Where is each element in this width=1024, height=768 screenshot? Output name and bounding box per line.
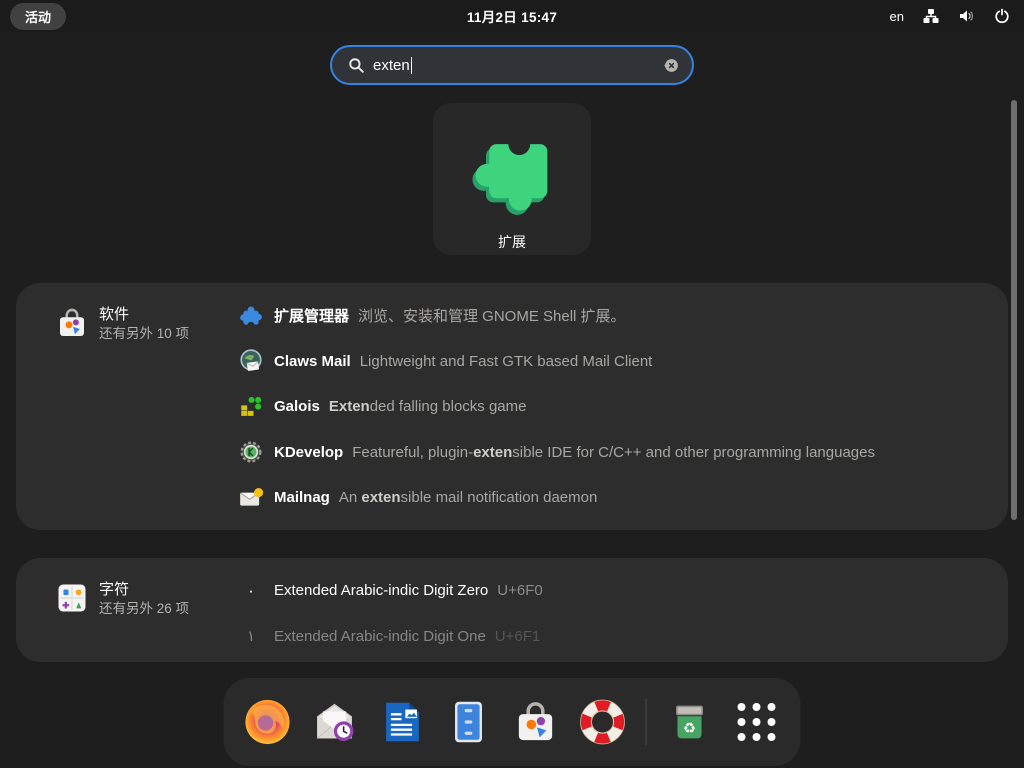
- app-grid-icon: [738, 703, 776, 741]
- unicode-codepoint: U+6F1: [495, 628, 540, 645]
- dash-dock: ♻: [224, 678, 801, 766]
- search-results-panel-software: 软件 还有另外 10 项 扩展管理器浏览、安装和管理 GNOME Shell 扩…: [16, 283, 1008, 530]
- result-description: Lightweight and Fast GTK based Mail Clie…: [360, 353, 653, 370]
- galois-icon: [238, 394, 264, 420]
- result-description: An extensible mail notification daemon: [339, 489, 597, 506]
- search-result-row[interactable]: Claws Mail Lightweight and Fast GTK based…: [238, 339, 988, 385]
- result-description: Featureful, plugin-extensible IDE for C/…: [352, 444, 875, 461]
- top-result-label: 扩展: [498, 232, 526, 252]
- text-caret: [411, 57, 413, 74]
- provider-characters[interactable]: 字符 还有另外 26 项: [54, 580, 189, 619]
- search-result-row[interactable]: 扩展管理器浏览、安装和管理 GNOME Shell 扩展。: [238, 293, 988, 339]
- software-store-icon[interactable]: [510, 696, 562, 748]
- system-status-area[interactable]: en: [890, 0, 1010, 32]
- result-name: Claws Mail: [274, 353, 351, 370]
- search-input[interactable]: exten: [330, 45, 694, 85]
- provider-more-count: 还有另外 10 项: [99, 324, 189, 344]
- result-name: 扩展管理器: [274, 305, 349, 326]
- result-name: Extended Arabic-indic Digit Zero: [274, 582, 488, 599]
- top-bar: 活动 11月2日 15:47 en: [0, 0, 1024, 32]
- characters-app-icon: [54, 580, 90, 616]
- provider-more-count: 还有另外 26 项: [99, 599, 189, 619]
- top-result-extensions-app[interactable]: 扩展: [433, 103, 591, 255]
- dock-separator: [646, 699, 647, 745]
- network-wired-icon: [923, 8, 939, 24]
- software-result-list: 扩展管理器浏览、安装和管理 GNOME Shell 扩展。 Claws Mail L…: [238, 293, 988, 521]
- clock-date[interactable]: 11月2日 15:47: [467, 6, 557, 26]
- keyboard-layout-indicator[interactable]: en: [890, 9, 904, 24]
- mailnag-icon: [238, 485, 264, 511]
- result-name: Mailnag: [274, 489, 330, 506]
- app-grid-button[interactable]: [731, 696, 783, 748]
- result-name: KDevelop: [274, 444, 343, 461]
- vertical-scrollbar[interactable]: [1011, 100, 1017, 520]
- firefox-icon[interactable]: [242, 696, 294, 748]
- search-result-row[interactable]: ۰ Extended Arabic-indic Digit Zero U+6F0: [238, 568, 988, 614]
- provider-software[interactable]: 软件 还有另外 10 项: [54, 305, 189, 344]
- search-query-text: exten: [373, 57, 410, 74]
- character-glyph: ۱: [238, 623, 264, 649]
- result-name: Extended Arabic-indic Digit One: [274, 628, 486, 645]
- evolution-mail-icon[interactable]: [309, 696, 361, 748]
- unicode-codepoint: U+6F0: [497, 582, 542, 599]
- search-result-row[interactable]: Mailnag An extensible mail notification d…: [238, 475, 988, 521]
- result-description: Extended falling blocks game: [329, 398, 527, 415]
- provider-title: 字符: [99, 580, 189, 599]
- trash-recycle-bin-icon[interactable]: ♻: [664, 696, 716, 748]
- volume-icon: [958, 8, 975, 24]
- libreoffice-writer-icon[interactable]: [376, 696, 428, 748]
- characters-result-list: ۰ Extended Arabic-indic Digit Zero U+6F0 ۱E…: [238, 568, 988, 659]
- search-icon: [348, 57, 365, 74]
- search-result-row[interactable]: KDevelop Featureful, plugin-extensible ID…: [238, 430, 988, 476]
- power-icon: [994, 8, 1010, 24]
- search-result-row[interactable]: Galois Extended falling blocks game: [238, 384, 988, 430]
- help-lifebuoy-icon[interactable]: [577, 696, 629, 748]
- svg-text:♻: ♻: [683, 721, 696, 737]
- result-description: 浏览、安装和管理 GNOME Shell 扩展。: [358, 305, 626, 326]
- activities-button[interactable]: 活动: [10, 3, 66, 30]
- clear-entry-icon[interactable]: [663, 57, 680, 74]
- extension-manager-icon: [238, 303, 264, 329]
- result-name: Galois: [274, 398, 320, 415]
- search-result-row[interactable]: ۱ Extended Arabic-indic Digit One U+6F1: [238, 614, 988, 660]
- extensions-puzzle-icon: [460, 103, 564, 222]
- claws-mail-icon: [238, 348, 264, 374]
- character-glyph: ۰: [238, 578, 264, 604]
- kdevelop-icon: [238, 439, 264, 465]
- files-icon[interactable]: [443, 696, 495, 748]
- search-results-panel-characters: 字符 还有另外 26 项 ۰ Extended Arabic-indic Digi…: [16, 558, 1008, 662]
- software-store-icon: [54, 305, 90, 341]
- provider-title: 软件: [99, 305, 189, 324]
